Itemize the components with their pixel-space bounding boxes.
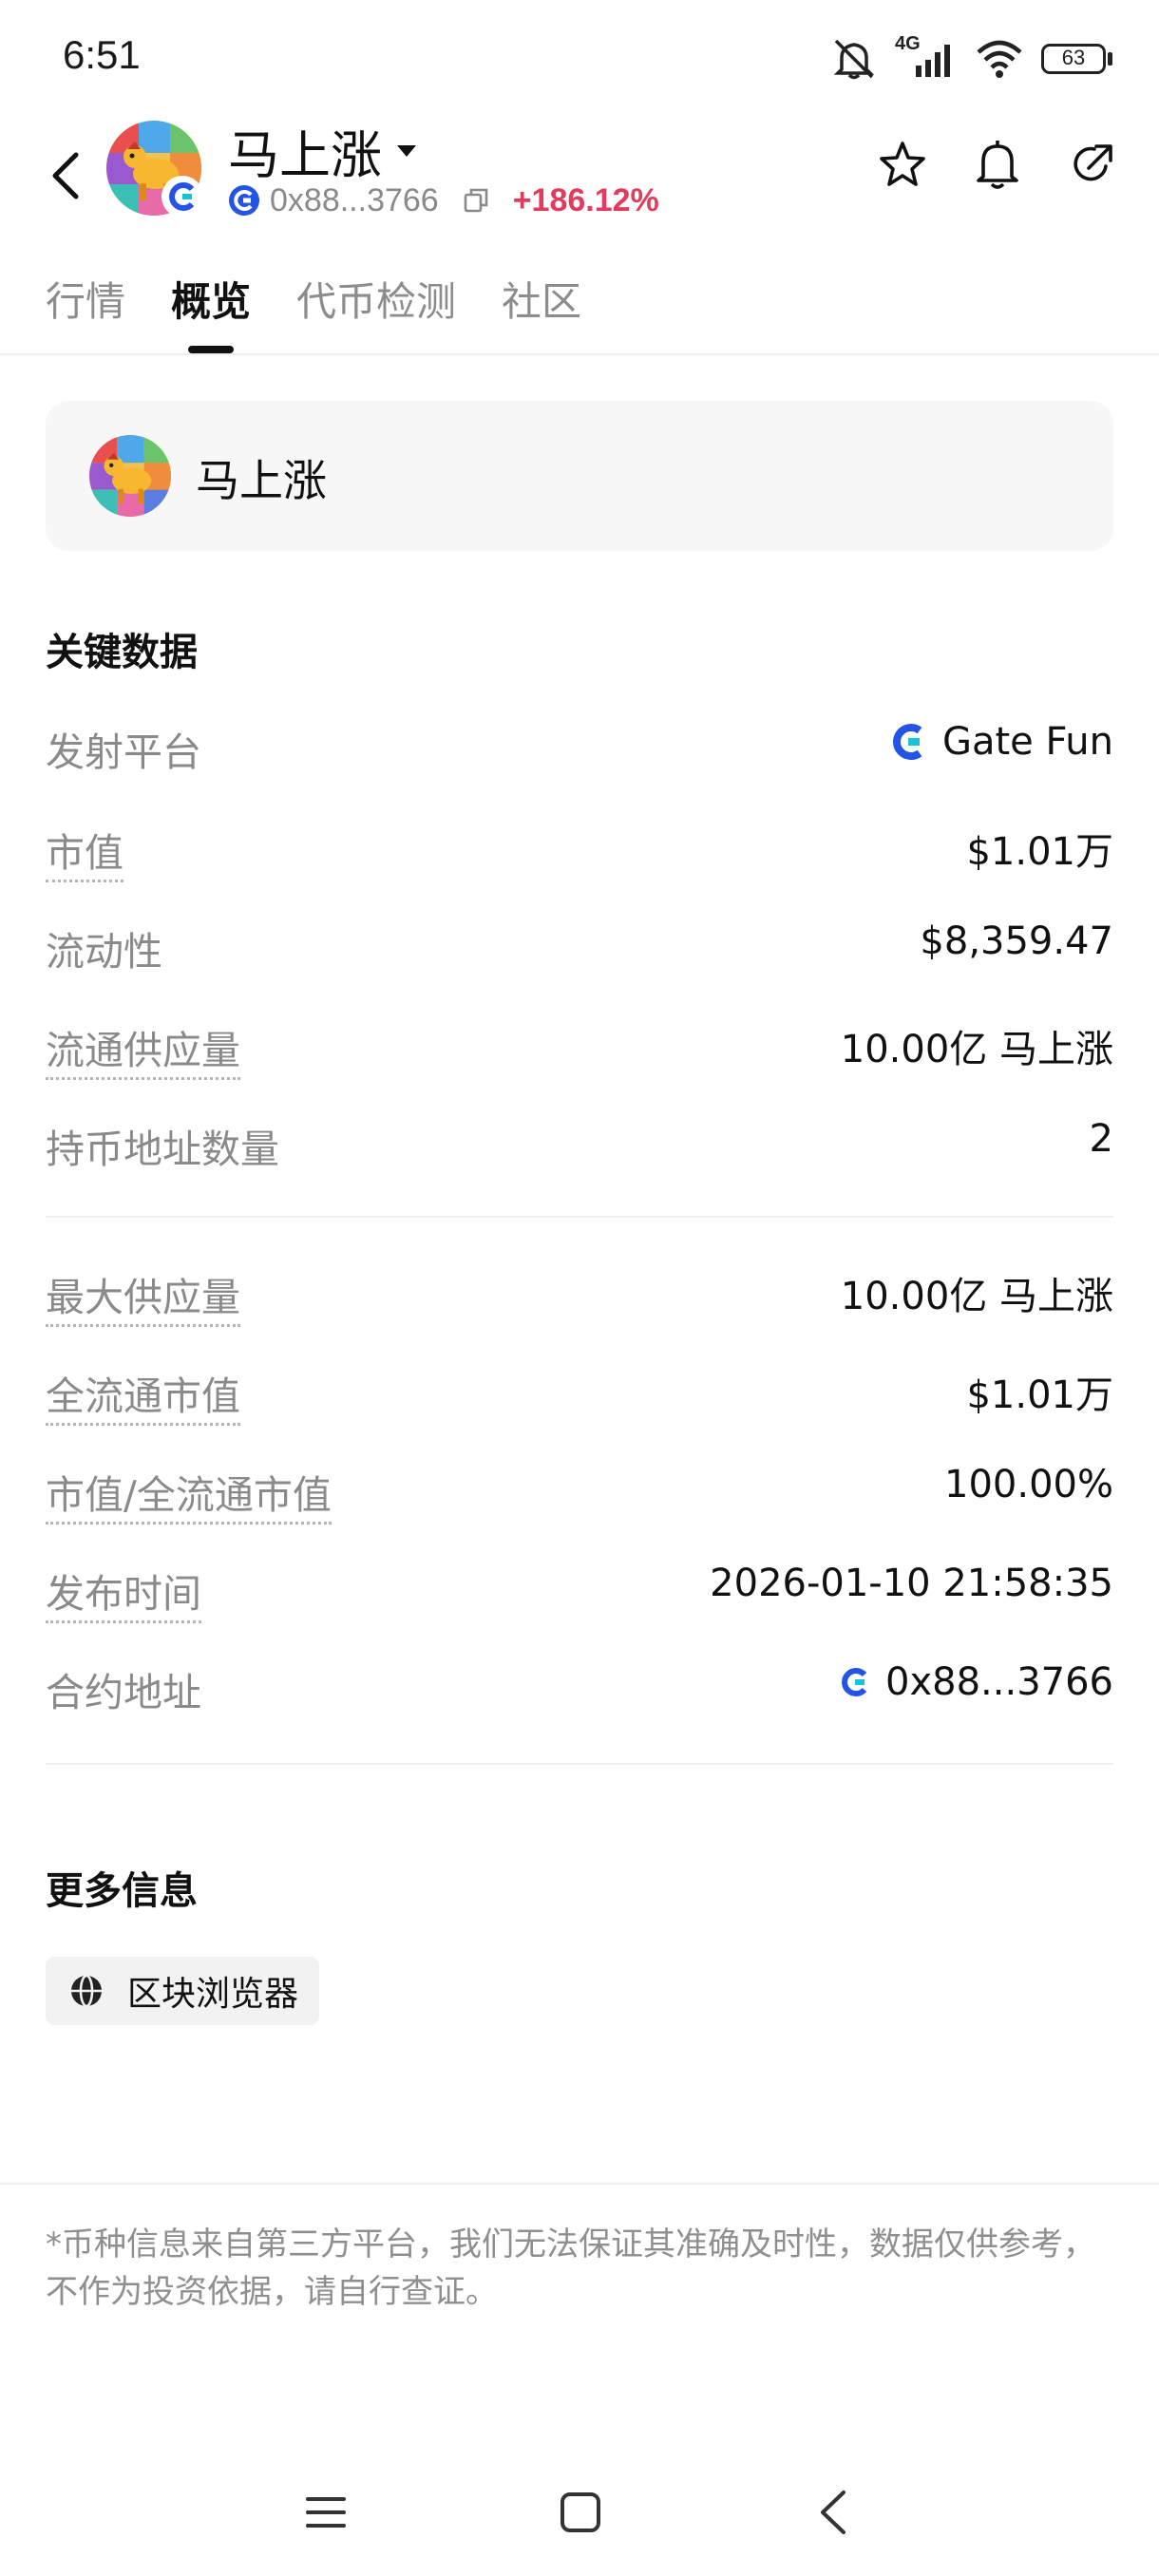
token-name[interactable]: 马上涨 [228,113,382,188]
dropdown-caret-icon[interactable] [395,143,418,159]
row-value: $1.01万 [966,830,1113,874]
cell-signal-icon: 4G [895,33,958,81]
nav-home-button[interactable] [547,2479,614,2546]
row-label: 流动性 [46,929,162,975]
row-label[interactable]: 最大供应量 [46,1265,240,1327]
mute-icon [833,39,875,80]
key-data-title: 关键数据 [46,631,198,674]
row-market-cap: 市值 $1.01万 [46,809,1113,885]
row-value: 10.00亿 马上涨 [840,1028,1113,1071]
home-square-icon [560,2492,600,2532]
tab-market[interactable]: 行情 [46,270,125,328]
favorite-button[interactable] [876,138,929,191]
row-value: 100.00% [944,1463,1113,1506]
chain-badge-icon [162,176,203,218]
status-icons: 4G 63 [830,32,1113,85]
row-value: 2 [1089,1117,1113,1161]
gate-fun-icon [893,724,922,760]
wifi-icon [977,40,1022,78]
block-explorer-label: 区块浏览器 [127,1975,299,2014]
row-label[interactable]: 全流通市值 [46,1364,240,1426]
row-value: 2026-01-10 21:58:35 [710,1562,1113,1605]
nav-menu-button[interactable] [293,2479,359,2546]
contract-address-value[interactable]: 0x88...3766 [885,1660,1113,1704]
row-label[interactable]: 流通供应量 [46,1018,240,1080]
status-bar: 6:51 4G 63 [0,0,1159,114]
row-value: $8,359.47 [920,919,1113,963]
alert-button[interactable] [971,138,1024,191]
row-label[interactable]: 市值 [46,821,124,882]
block-explorer-button[interactable]: 区块浏览器 [46,1957,319,2025]
share-icon [1074,144,1112,181]
system-nav-bar [0,2451,1159,2576]
token-header: 马上涨 0x88...3766 +186.12% [0,109,1159,233]
back-arrow-icon [52,152,79,199]
row-label[interactable]: 发布时间 [46,1562,201,1623]
row-mc-fdv-ratio: 市值/全流通市值 100.00% [46,1451,1113,1527]
row-label: 持币地址数量 [46,1127,279,1172]
menu-icon [306,2497,346,2528]
row-liquidity: 流动性 $8,359.47 [46,908,1113,984]
platform-value[interactable]: Gate Fun [942,720,1113,764]
star-icon [880,142,925,186]
contract-address: 0x88...3766 [270,181,439,218]
divider [46,1216,1113,1218]
more-info-title: 更多信息 [46,1869,198,1913]
row-holders: 持币地址数量 2 [46,1106,1113,1182]
row-release-time: 发布时间 2026-01-10 21:58:35 [46,1550,1113,1626]
row-label: 发射平台 [46,729,201,775]
row-launch-platform: 发射平台 Gate Fun [46,709,1113,785]
active-tab-indicator [188,346,234,353]
row-circulating-supply: 流通供应量 10.00亿 马上涨 [46,1007,1113,1083]
tab-community[interactable]: 社区 [502,270,581,328]
price-change: +186.12% [512,181,659,218]
row-value: 10.00亿 马上涨 [840,1275,1113,1318]
disclaimer-text: *币种信息来自第三方平台，我们无法保证其准确及时性，数据仅供参考，不作为投资依据… [46,2226,1095,2311]
gate-chain-icon [229,185,259,216]
globe-icon [71,1974,102,2008]
status-time: 6:51 [63,32,141,77]
bell-icon [977,141,1018,189]
row-value: $1.01万 [966,1373,1113,1417]
row-contract-address: 合约地址 0x88...3766 [46,1649,1113,1725]
row-label: 合约地址 [46,1670,201,1715]
copy-icon[interactable] [462,186,490,215]
divider [0,2183,1159,2185]
share-button[interactable] [1066,138,1119,191]
battery-icon: 63 [1041,42,1113,76]
tab-overview[interactable]: 概览 [171,270,251,328]
row-label[interactable]: 市值/全流通市值 [46,1463,332,1525]
divider [46,1763,1113,1765]
row-max-supply: 最大供应量 10.00亿 马上涨 [46,1254,1113,1330]
tab-token-check[interactable]: 代币检测 [296,270,456,328]
nav-back-button[interactable] [800,2479,866,2546]
token-card-avatar [89,435,171,517]
row-fdv: 全流通市值 $1.01万 [46,1353,1113,1429]
token-card-name: 马上涨 [196,455,327,506]
back-button[interactable] [42,138,89,214]
gate-chain-icon [842,1668,867,1696]
tab-bar: 行情 概览 代币检测 社区 [0,256,1159,355]
token-card: 马上涨 [46,401,1113,551]
back-triangle-icon [821,2491,846,2534]
